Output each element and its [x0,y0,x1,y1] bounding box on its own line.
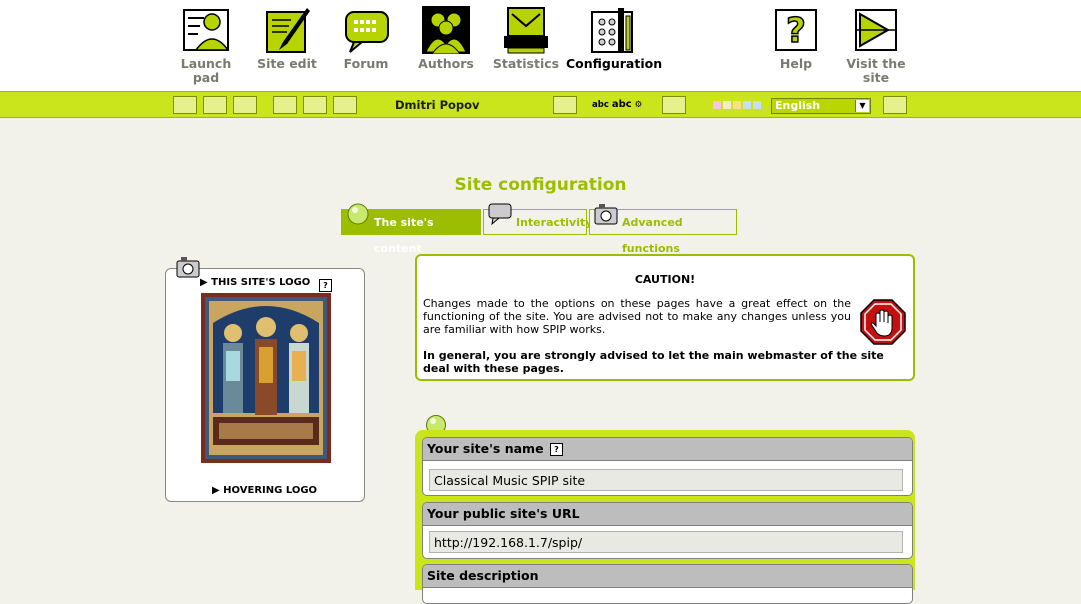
nav-label-forum: Forum [343,56,389,71]
site-name-label-text: Your site's name [427,441,544,456]
caution-box: CAUTION! Changes made to the options on … [415,254,915,381]
site-name-input[interactable] [429,469,903,491]
site-tree-icon[interactable] [173,96,197,114]
color-swatch-lightblue[interactable] [753,101,761,109]
green-ball-icon [347,203,369,225]
nav-label-statistics: Statistics [492,56,560,71]
mail-icon[interactable] [303,96,327,114]
nav-label-visit-site: Visit the site [846,56,906,85]
hovering-logo-heading[interactable]: ▶ HOVERING LOGO [212,485,317,496]
forum-icon [345,11,389,53]
site-description-section: Site description [422,564,913,604]
eye-icon[interactable] [333,96,357,114]
tab-label: Interactivity [516,216,593,229]
main-navigation: Launch pad Site edit Forum Authors Stati… [0,0,1081,91]
chevron-down-icon: ▼ [855,100,869,112]
nav-label-launch-pad: Launch pad [180,56,232,85]
site-edit-icon [266,8,310,53]
help-icon[interactable]: ? [550,443,563,456]
logo-panel: ▶ THIS SITE'S LOGO ? ▶ HOVERING LOGO [165,257,365,502]
nav-label-site-edit: Site edit [257,56,317,71]
caution-text: Changes made to the options on these pag… [423,297,851,336]
color-swatch-blue[interactable] [743,101,751,109]
nav-configuration[interactable]: Configuration [566,6,663,71]
site-logo-heading[interactable]: ▶ THIS SITE'S LOGO [200,277,310,288]
configuration-icon [591,8,633,53]
text-size-large[interactable]: abc [612,99,632,110]
statistics-icon [504,7,548,54]
window-toggle-icon[interactable] [662,96,686,114]
site-url-input[interactable] [429,531,903,553]
color-swatch-beige[interactable] [723,101,731,109]
site-url-label: Your public site's URL [423,503,912,526]
camera-icon [176,257,200,278]
select-cursor-icon[interactable] [203,96,227,114]
site-url-section: Your public site's URL [422,502,913,559]
authors-icon [422,6,470,54]
nav-help[interactable]: ? Help [770,6,822,71]
site-content-form: Your site's name ? Your public site's UR… [415,430,915,604]
text-size-small[interactable]: abc [592,100,609,110]
color-swatch-yellow[interactable] [733,101,741,109]
visit-site-icon [855,9,897,51]
site-logo-image[interactable] [201,293,331,463]
site-logo-heading-text: THIS SITE'S LOGO [211,277,311,288]
speech-bubble-icon [488,203,512,226]
tab-label: Advanced functions [622,216,683,255]
logout-icon[interactable] [883,96,907,114]
hovering-logo-heading-text: HOVERING LOGO [223,485,318,496]
nav-statistics[interactable]: Statistics [492,6,560,71]
settings-gear-icon[interactable]: ⚙ [635,100,643,110]
help-icon[interactable]: ? [319,279,332,292]
site-name-section: Your site's name ? [422,437,913,496]
nav-site-edit[interactable]: Site edit [254,6,320,71]
nav-label-authors: Authors [418,56,474,71]
calendar-icon[interactable] [273,96,297,114]
launch-pad-icon [183,9,230,51]
tab-label: The site's content [374,216,434,255]
help-icon: ? [775,9,817,52]
nav-visit-site[interactable]: Visit the site [840,6,912,85]
stop-hand-icon [860,299,906,345]
current-user-name[interactable]: Dmitri Popov [395,98,480,112]
tab-interactivity[interactable]: Interactivity [483,203,592,235]
site-description-label: Site description [423,565,912,588]
nav-label-configuration: Configuration [566,56,663,71]
caution-warning-text: In general, you are strongly advised to … [423,349,884,375]
caution-title: CAUTION! [634,273,696,286]
camera-icon [594,204,618,225]
svg-text:?: ? [786,11,806,51]
tab-site-content[interactable]: The site's content [341,203,481,255]
language-select[interactable]: English ▼ [771,98,871,114]
text-size-selector[interactable]: abc abc ⚙ [592,96,654,114]
color-swatch-pink[interactable] [713,101,721,109]
interface-switch-icon[interactable] [553,96,577,114]
language-select-value: English [775,99,821,112]
page-title: Site configuration [454,175,627,195]
tab-advanced-functions[interactable]: Advanced functions [589,204,737,255]
nav-authors[interactable]: Authors [416,6,476,71]
toolbar: Dmitri Popov abc abc ⚙ English ▼ [0,91,1081,118]
nav-forum[interactable]: Forum [336,6,396,71]
site-name-label: Your site's name ? [423,438,912,461]
nav-launch-pad[interactable]: Launch pad [166,6,246,85]
nav-label-help: Help [779,56,813,71]
search-icon[interactable] [233,96,257,114]
